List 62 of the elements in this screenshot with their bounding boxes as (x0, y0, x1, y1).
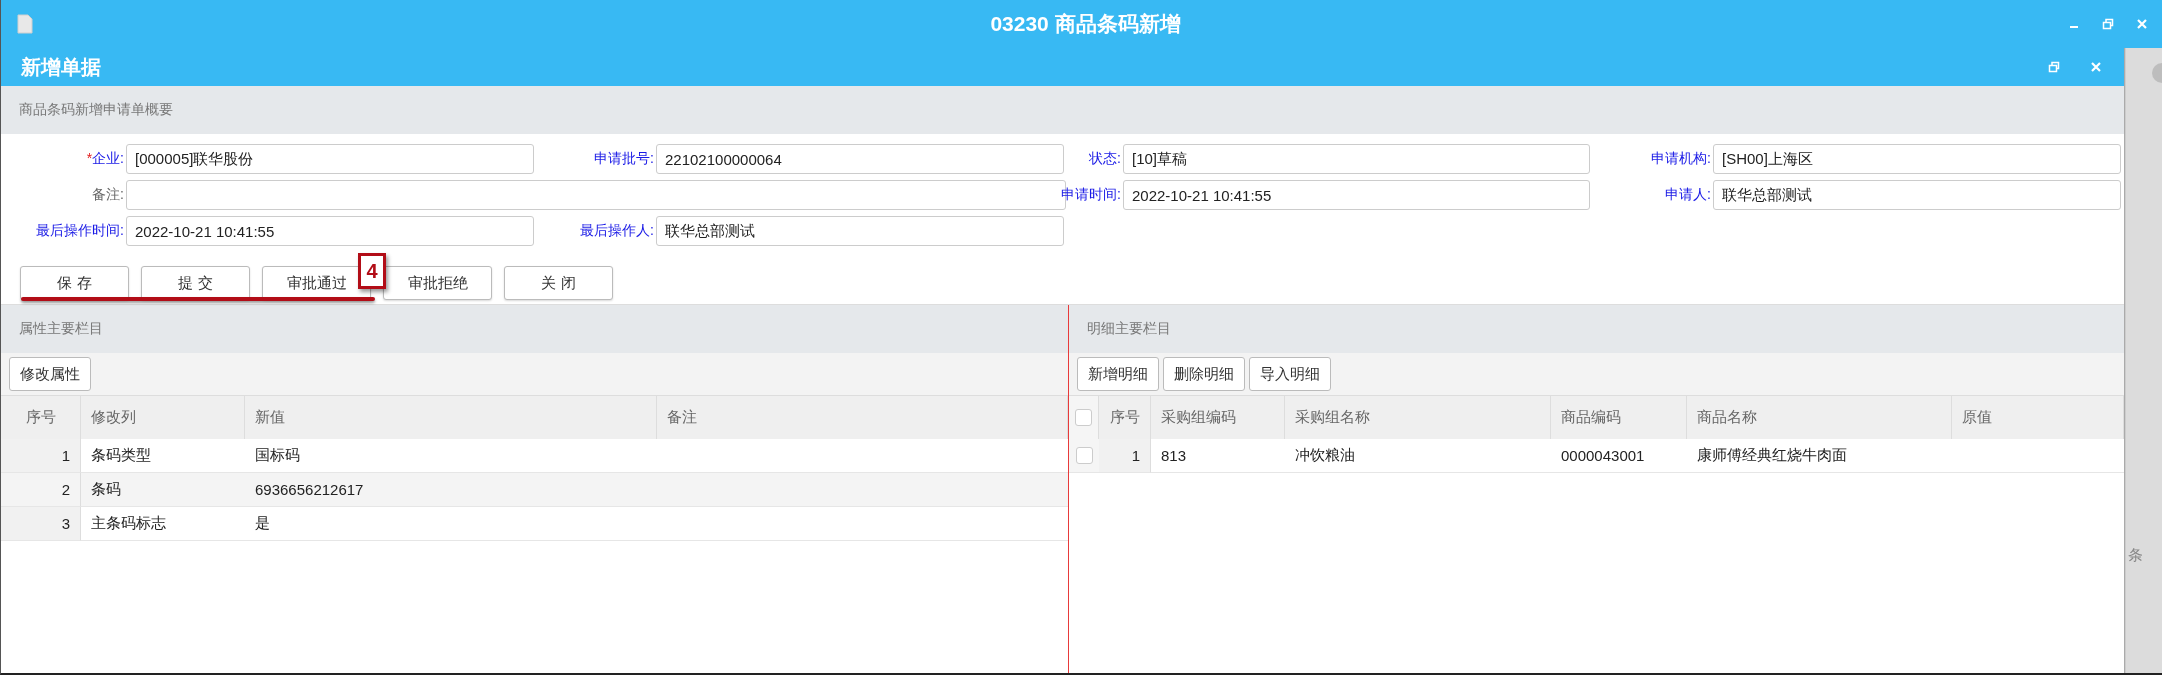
table-cell: 冲饮粮油 (1285, 439, 1551, 473)
restore-icon[interactable] (2048, 61, 2060, 73)
input-field[interactable]: [000005]联华股份 (126, 144, 534, 174)
action-button[interactable]: 提 交 (141, 266, 250, 300)
field-label: 申请机构: (1651, 150, 1711, 168)
restore-icon[interactable] (2102, 18, 2114, 30)
document-icon (17, 14, 33, 34)
action-button[interactable]: 保 存 (20, 266, 129, 300)
table-cell: 1 (1099, 439, 1151, 473)
table-cell: 0000043001 (1551, 439, 1687, 473)
table-cell: 2 (1, 473, 81, 507)
input-field[interactable]: 联华总部测试 (656, 216, 1064, 246)
dialog-title: 新增单据 (21, 54, 101, 80)
table-cell: 3 (1, 507, 81, 541)
window-title: 03230 商品条码新增 (989, 11, 1182, 37)
table-cell: 6936656212617 (245, 473, 657, 507)
table-cell: 条码 (81, 473, 245, 507)
input-field[interactable]: 2022-10-21 10:41:55 (126, 216, 534, 246)
field-label: 最后操作人: (580, 222, 654, 240)
column-header: 商品名称 (1687, 396, 1952, 440)
column-header: 采购组名称 (1285, 396, 1551, 440)
action-button[interactable]: 审批拒绝 (383, 266, 492, 300)
section-title: 商品条码新增申请单概要 (19, 101, 173, 119)
column-header: 商品编码 (1551, 396, 1687, 440)
close-icon[interactable] (2090, 61, 2102, 73)
column-header: 采购组编码 (1151, 396, 1285, 440)
field-label: 申请人: (1665, 186, 1711, 204)
column-header: 修改列 (81, 396, 245, 440)
input-field[interactable]: [10]草稿 (1123, 144, 1590, 174)
panel-title: 明细主要栏目 (1087, 320, 1171, 338)
input-field[interactable]: 22102100000064 (656, 144, 1064, 174)
input-field[interactable]: 联华总部测试 (1713, 180, 2121, 210)
column-header: 新值 (245, 396, 657, 440)
close-icon[interactable] (2136, 18, 2148, 30)
table-cell: 国标码 (245, 439, 657, 473)
field-label: 最后操作时间: (36, 222, 124, 240)
table-cell: 1 (1, 439, 81, 473)
input-field[interactable]: 2022-10-21 10:41:55 (1123, 180, 1590, 210)
field-label: 申请批号: (594, 150, 654, 168)
action-button[interactable]: 关 闭 (504, 266, 613, 300)
toolbar-button[interactable]: 删除明细 (1163, 357, 1245, 391)
column-header: 序号 (1099, 396, 1151, 440)
toolbar-button[interactable]: 修改属性 (9, 357, 91, 391)
column-header: 备注 (657, 396, 1068, 440)
table-cell: 813 (1151, 439, 1285, 473)
column-header: 原值 (1952, 396, 2124, 440)
callout-badge: 4 (358, 253, 386, 289)
table-cell: 条码类型 (81, 439, 245, 473)
field-label: 申请时间: (1061, 186, 1121, 204)
strip-label: 条 (2128, 546, 2142, 565)
table-cell: 康师傅经典红烧牛肉面 (1687, 439, 1952, 473)
toolbar-button[interactable]: 新增明细 (1077, 357, 1159, 391)
column-header: 序号 (1, 396, 81, 440)
checkbox[interactable] (1075, 409, 1092, 426)
field-label: 备注: (92, 186, 124, 204)
toolbar-button[interactable]: 导入明细 (1249, 357, 1331, 391)
field-label: 状态: (1089, 150, 1121, 168)
input-field[interactable]: [SH00]上海区 (1713, 144, 2121, 174)
checkbox[interactable] (1075, 447, 1093, 464)
field-label: 企业: (92, 150, 124, 168)
required-mark: * (86, 150, 93, 168)
panel-title: 属性主要栏目 (19, 320, 103, 338)
